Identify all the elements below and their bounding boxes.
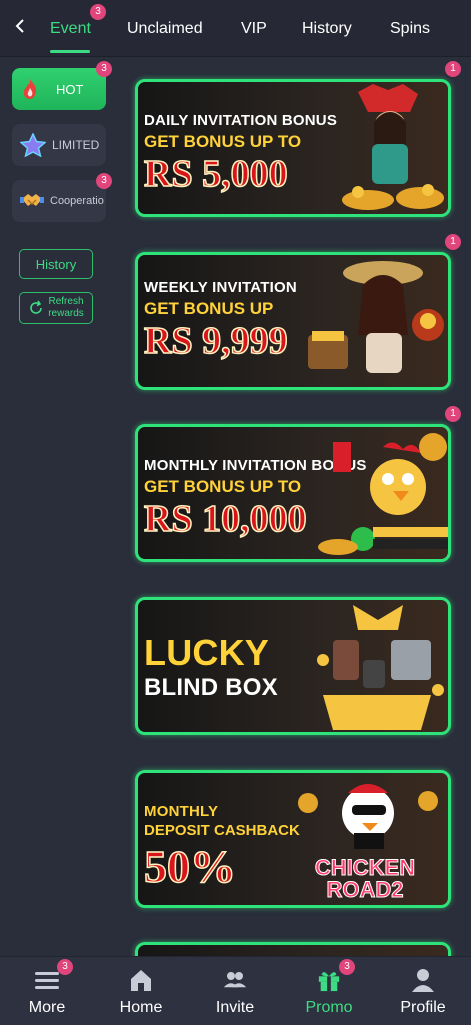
gift-box-illustration: [317, 605, 444, 730]
category-label: Cooperatio: [50, 195, 104, 207]
handshake-icon: [20, 194, 44, 206]
nav-label: Promo: [305, 999, 353, 1016]
banner-amount: 50%: [143, 841, 237, 892]
nav-promo-badge: 3: [339, 959, 355, 975]
banner-amount: RS 9,999: [143, 320, 288, 362]
banner-lucky-blind-box[interactable]: LUCKY BLIND BOX: [135, 597, 451, 735]
banner-weekly-invitation[interactable]: WEEKLY INVITATION GET BONUS UP RS 9,999: [135, 252, 451, 390]
nav-label: Invite: [215, 999, 255, 1016]
nav-profile[interactable]: Profile: [376, 957, 470, 1025]
flame-icon: [23, 79, 37, 99]
history-button[interactable]: History: [19, 249, 93, 279]
banner-subtitle: GET BONUS UP: [144, 299, 274, 318]
users-icon: [223, 972, 247, 988]
nav-more-badge: 3: [57, 959, 73, 975]
banner-subtitle: DEPOSIT CASHBACK: [144, 822, 300, 839]
banner-title: LUCKY: [144, 632, 269, 673]
tab-vip[interactable]: VIP: [241, 0, 267, 56]
back-button[interactable]: [10, 14, 30, 38]
tab-spins[interactable]: Spins: [390, 0, 430, 56]
star-icon: [20, 133, 46, 157]
nav-promo[interactable]: Promo: [282, 957, 376, 1025]
banner-daily-invitation[interactable]: DAILY INVITATION BONUS GET BONUS UP TO R…: [135, 79, 451, 217]
gift-icon: [318, 972, 340, 992]
refresh-label-line1: Refresh: [48, 296, 84, 307]
active-tab-indicator: [50, 50, 90, 53]
chevron-left-icon: [15, 19, 24, 33]
nav-home[interactable]: Home: [94, 957, 188, 1025]
banner-badge: 1: [445, 234, 461, 250]
chicken-road-logo: CHICKEN ROAD2: [300, 855, 430, 902]
category-hot[interactable]: HOT: [12, 68, 106, 110]
refresh-label-line2: rewards: [48, 308, 84, 319]
nav-label: Profile: [400, 999, 446, 1016]
nav-label: Home: [119, 999, 163, 1016]
category-label: LIMITED: [52, 138, 100, 152]
person-icon: [412, 969, 434, 992]
banner-monthly-cashback[interactable]: MONTHLY DEPOSIT CASHBACK 50% CHICKEN ROA…: [135, 770, 451, 908]
refresh-rewards-button[interactable]: Refresh rewards: [19, 292, 93, 324]
banner-subtitle: BLIND BOX: [144, 674, 278, 701]
tab-event-badge: 3: [90, 4, 106, 20]
category-cooperation[interactable]: Cooperatio: [12, 180, 106, 222]
nav-invite[interactable]: Invite: [188, 957, 282, 1025]
banner-title: MONTHLY: [144, 803, 219, 820]
menu-icon: [35, 972, 59, 989]
nav-more[interactable]: More: [0, 957, 94, 1025]
tab-event[interactable]: Event: [50, 0, 91, 56]
banner-badge: 1: [445, 406, 461, 422]
banner-title: DAILY INVITATION BONUS: [144, 112, 338, 129]
banner-monthly-invitation[interactable]: MONTHLY INVITATION BONUS GET BONUS UP TO…: [135, 424, 451, 562]
banner-badge: 1: [445, 61, 461, 77]
bottom-navigation: More 3 Home Invite Promo 3 Profile: [0, 956, 471, 1025]
category-label: HOT: [56, 81, 84, 97]
category-cooperation-badge: 3: [96, 173, 112, 189]
tab-unclaimed[interactable]: Unclaimed: [127, 0, 203, 56]
banner-amount: RS 10,000: [143, 498, 307, 540]
top-tab-bar: Event 3 Unclaimed VIP History Spins: [0, 0, 471, 57]
banner-title: WEEKLY INVITATION: [144, 279, 297, 296]
banner-subtitle: GET BONUS UP TO: [144, 477, 302, 496]
tab-history[interactable]: History: [302, 0, 352, 56]
category-limited[interactable]: LIMITED: [12, 124, 106, 166]
logo-line2: ROAD2: [326, 877, 404, 902]
girl-with-treasure-illustration: [308, 261, 444, 373]
chicken-illustration: [318, 433, 448, 555]
home-icon: [131, 970, 151, 991]
banner-amount: RS 5,000: [143, 153, 288, 195]
refresh-icon: [30, 300, 43, 314]
logo-line1: CHICKEN: [314, 855, 416, 880]
history-button-label: History: [35, 256, 77, 272]
goddess-illustration: [342, 84, 444, 210]
nav-label: More: [28, 999, 66, 1016]
category-hot-badge: 3: [96, 61, 112, 77]
banner-subtitle: GET BONUS UP TO: [144, 132, 302, 151]
